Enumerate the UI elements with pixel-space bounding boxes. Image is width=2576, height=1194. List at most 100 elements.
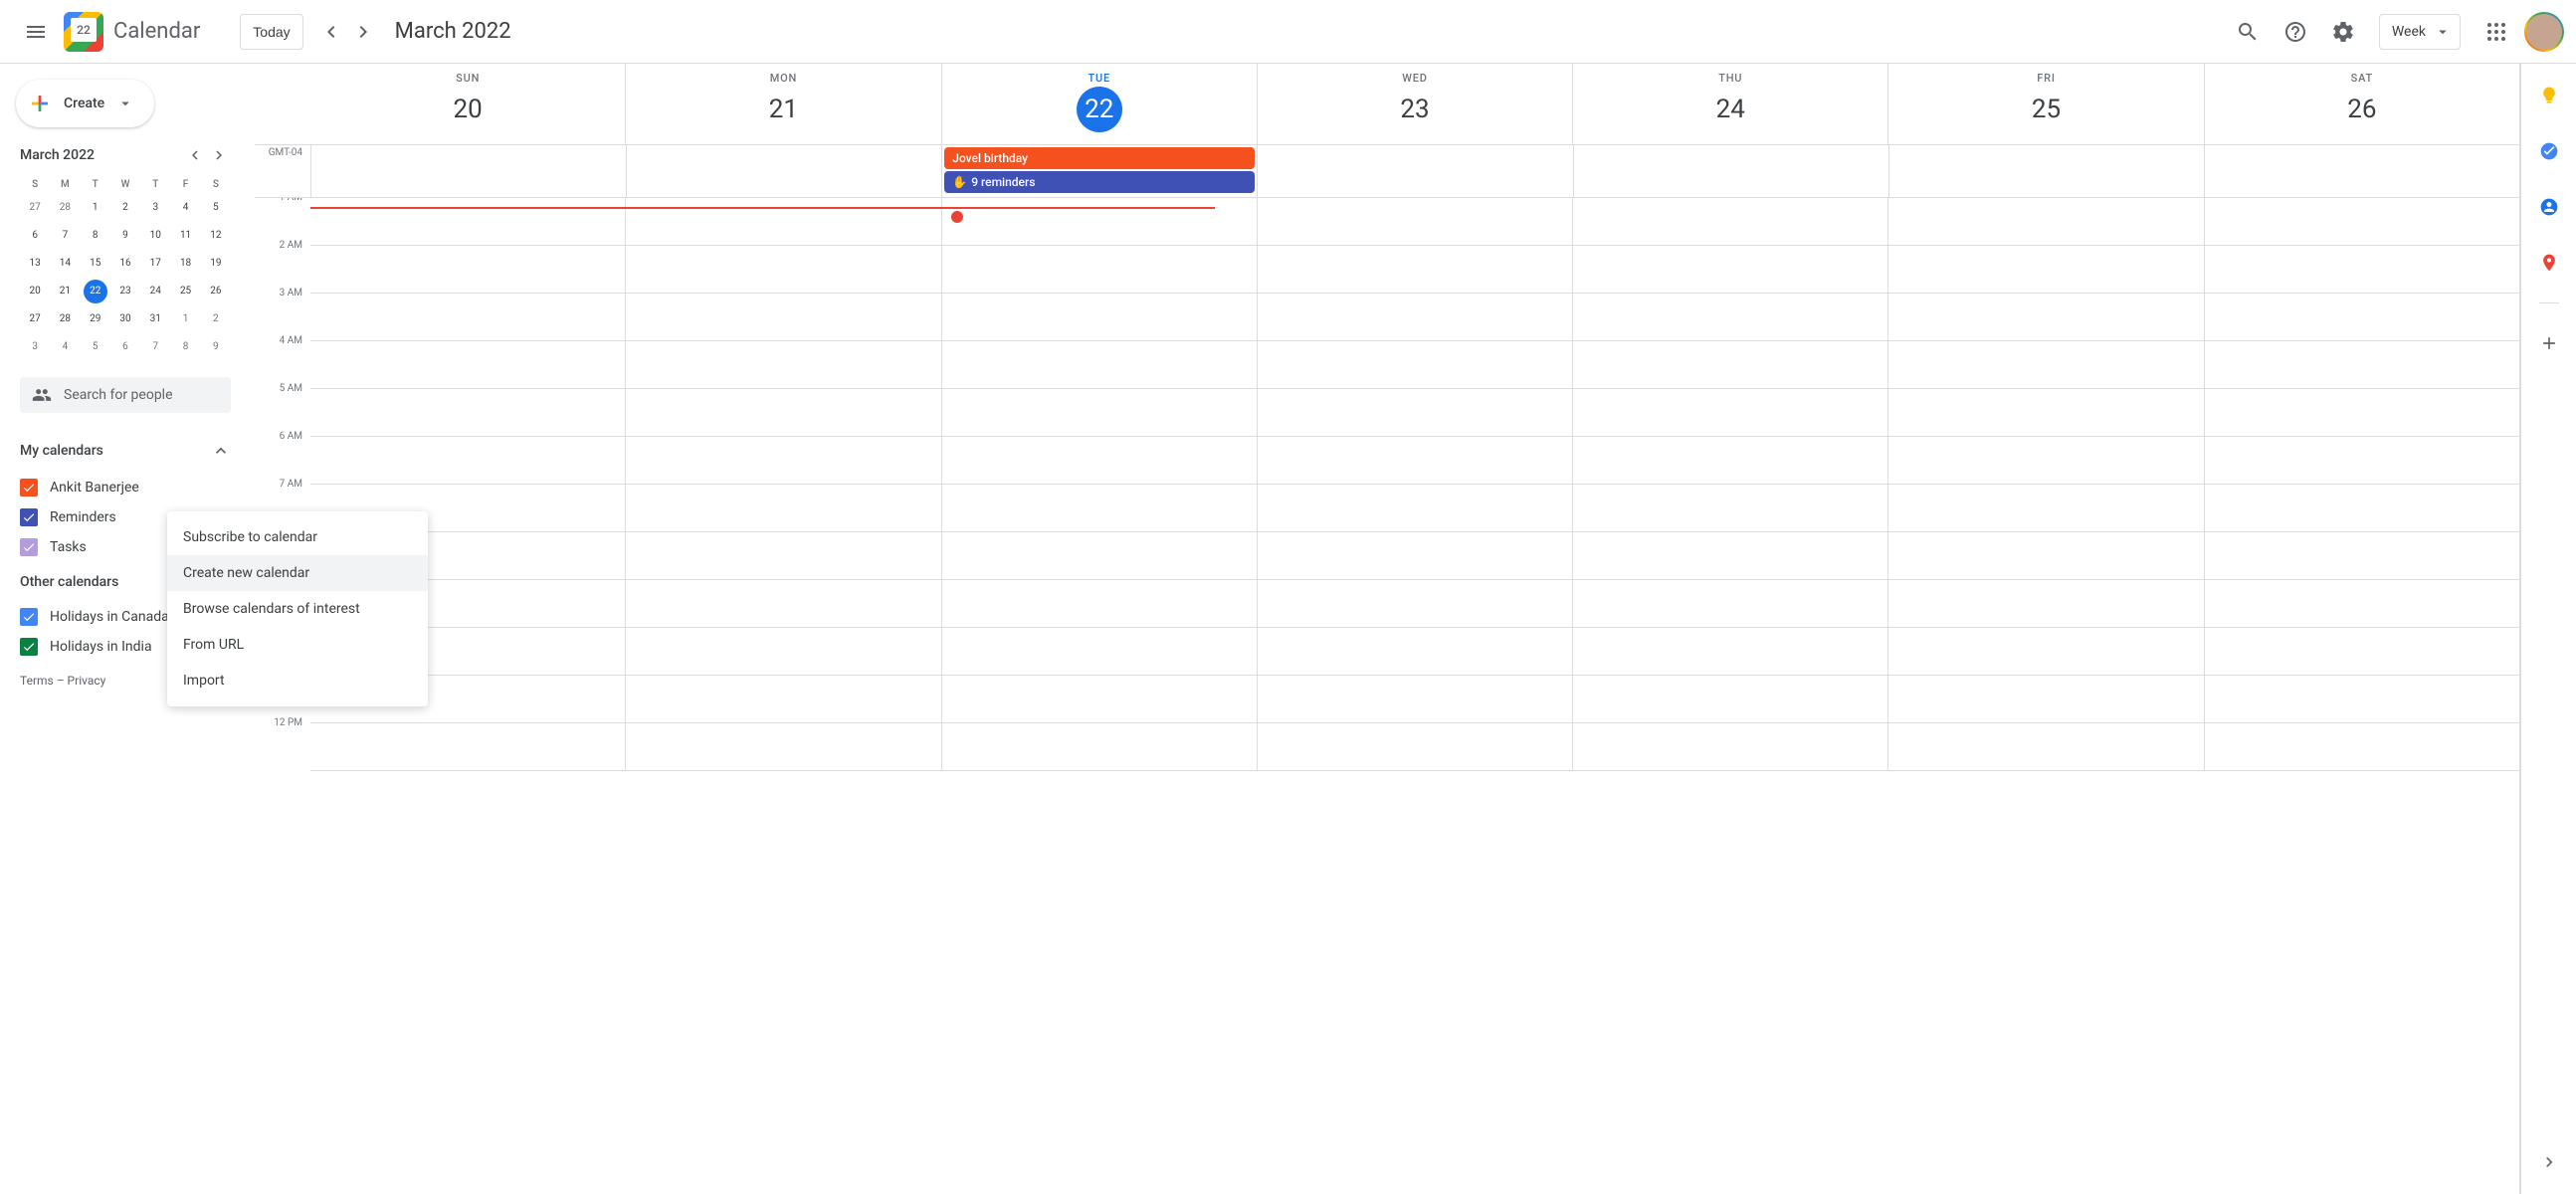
grid-hour-cell[interactable] xyxy=(1258,628,1572,676)
grid-hour-cell[interactable] xyxy=(310,246,625,294)
hide-panel-button[interactable] xyxy=(2529,1142,2569,1182)
mini-day-cell[interactable]: 29 xyxy=(84,307,107,331)
mini-day-cell[interactable]: 3 xyxy=(23,335,47,359)
grid-hour-cell[interactable] xyxy=(1573,294,1887,341)
grid-hour-cell[interactable] xyxy=(310,198,625,246)
mini-day-cell[interactable]: 8 xyxy=(84,224,107,248)
event-chip[interactable]: ✋9 reminders xyxy=(944,171,1255,193)
grid-hour-cell[interactable] xyxy=(942,532,1257,580)
mini-prev-month[interactable] xyxy=(183,143,207,167)
main-menu-button[interactable] xyxy=(12,8,60,56)
mini-day-cell[interactable]: 1 xyxy=(174,307,198,331)
tasks-button[interactable] xyxy=(2529,131,2569,171)
day-number[interactable]: 24 xyxy=(1707,87,1753,132)
mini-day-cell[interactable]: 3 xyxy=(143,196,167,220)
grid-hour-cell[interactable] xyxy=(2205,532,2519,580)
day-header[interactable]: TUE22 xyxy=(941,64,1257,144)
grid-hour-cell[interactable] xyxy=(626,628,940,676)
context-menu-item[interactable]: Subscribe to calendar xyxy=(167,519,428,555)
allday-cell[interactable] xyxy=(1888,145,2204,197)
grid-hour-cell[interactable] xyxy=(626,198,940,246)
grid-hour-cell[interactable] xyxy=(942,246,1257,294)
mini-day-cell[interactable]: 17 xyxy=(143,252,167,276)
grid-hour-cell[interactable] xyxy=(1573,723,1887,771)
grid-hour-cell[interactable] xyxy=(2205,485,2519,532)
mini-day-cell[interactable]: 23 xyxy=(113,280,137,303)
grid-hour-cell[interactable] xyxy=(1888,532,2203,580)
grid-hour-cell[interactable] xyxy=(626,723,940,771)
day-number[interactable]: 21 xyxy=(760,87,806,132)
mini-day-cell[interactable]: 6 xyxy=(113,335,137,359)
grid-hour-cell[interactable] xyxy=(310,389,625,437)
grid-hour-cell[interactable] xyxy=(2205,580,2519,628)
grid-hour-cell[interactable] xyxy=(1888,341,2203,389)
allday-cell[interactable] xyxy=(2204,145,2519,197)
account-avatar[interactable] xyxy=(2524,12,2564,52)
mini-day-cell[interactable]: 30 xyxy=(113,307,137,331)
grid-hour-cell[interactable] xyxy=(1258,341,1572,389)
calendar-item[interactable]: Ankit Banerjee xyxy=(12,473,239,502)
grid-column[interactable] xyxy=(1257,198,1572,771)
context-menu-item[interactable]: From URL xyxy=(167,627,428,663)
grid-column[interactable] xyxy=(625,198,940,771)
grid-hour-cell[interactable] xyxy=(1888,198,2203,246)
grid-hour-cell[interactable] xyxy=(2205,676,2519,723)
mini-day-cell[interactable]: 11 xyxy=(174,224,198,248)
grid-hour-cell[interactable] xyxy=(1573,341,1887,389)
mini-day-cell[interactable]: 4 xyxy=(53,335,77,359)
prev-week-button[interactable] xyxy=(315,16,347,48)
grid-hour-cell[interactable] xyxy=(626,341,940,389)
mini-day-cell[interactable]: 21 xyxy=(53,280,77,303)
grid-hour-cell[interactable] xyxy=(1573,246,1887,294)
grid-hour-cell[interactable] xyxy=(942,294,1257,341)
mini-day-cell[interactable]: 1 xyxy=(84,196,107,220)
view-selector[interactable]: Week xyxy=(2379,14,2461,50)
grid-hour-cell[interactable] xyxy=(1888,389,2203,437)
grid-hour-cell[interactable] xyxy=(1258,389,1572,437)
grid-hour-cell[interactable] xyxy=(1258,198,1572,246)
grid-hour-cell[interactable] xyxy=(310,341,625,389)
google-apps-button[interactable] xyxy=(2477,12,2516,52)
mini-day-cell[interactable]: 15 xyxy=(84,252,107,276)
grid-hour-cell[interactable] xyxy=(1258,580,1572,628)
grid-hour-cell[interactable] xyxy=(626,580,940,628)
day-number[interactable]: 22 xyxy=(1077,87,1122,132)
grid-hour-cell[interactable] xyxy=(1258,294,1572,341)
grid-hour-cell[interactable] xyxy=(626,389,940,437)
mini-day-cell[interactable]: 12 xyxy=(204,224,228,248)
day-header[interactable]: FRI25 xyxy=(1887,64,2203,144)
grid-hour-cell[interactable] xyxy=(626,485,940,532)
grid-hour-cell[interactable] xyxy=(1573,676,1887,723)
contacts-button[interactable] xyxy=(2529,187,2569,227)
grid-hour-cell[interactable] xyxy=(2205,389,2519,437)
grid-hour-cell[interactable] xyxy=(1258,676,1572,723)
mini-day-cell[interactable]: 31 xyxy=(143,307,167,331)
day-header[interactable]: SUN20 xyxy=(310,64,625,144)
grid-hour-cell[interactable] xyxy=(942,628,1257,676)
grid-column[interactable] xyxy=(1887,198,2203,771)
grid-hour-cell[interactable] xyxy=(1573,628,1887,676)
grid-hour-cell[interactable] xyxy=(1573,389,1887,437)
grid-hour-cell[interactable] xyxy=(942,723,1257,771)
grid-hour-cell[interactable] xyxy=(942,198,1257,246)
search-button[interactable] xyxy=(2228,12,2268,52)
next-week-button[interactable] xyxy=(347,16,379,48)
grid-hour-cell[interactable] xyxy=(1888,628,2203,676)
calendar-checkbox[interactable] xyxy=(20,608,38,626)
grid-hour-cell[interactable] xyxy=(1573,437,1887,485)
grid-hour-cell[interactable] xyxy=(2205,294,2519,341)
allday-cell[interactable] xyxy=(626,145,941,197)
mini-day-cell[interactable]: 14 xyxy=(53,252,77,276)
mini-day-cell[interactable]: 10 xyxy=(143,224,167,248)
grid-hour-cell[interactable] xyxy=(626,532,940,580)
get-addons-button[interactable] xyxy=(2529,323,2569,363)
mini-day-cell[interactable]: 16 xyxy=(113,252,137,276)
grid-column[interactable] xyxy=(2204,198,2519,771)
mini-day-cell[interactable]: 18 xyxy=(174,252,198,276)
grid-hour-cell[interactable] xyxy=(1573,532,1887,580)
mini-day-cell[interactable]: 27 xyxy=(23,307,47,331)
grid-hour-cell[interactable] xyxy=(2205,723,2519,771)
grid-hour-cell[interactable] xyxy=(2205,246,2519,294)
grid-hour-cell[interactable] xyxy=(1888,676,2203,723)
mini-day-cell[interactable]: 2 xyxy=(204,307,228,331)
